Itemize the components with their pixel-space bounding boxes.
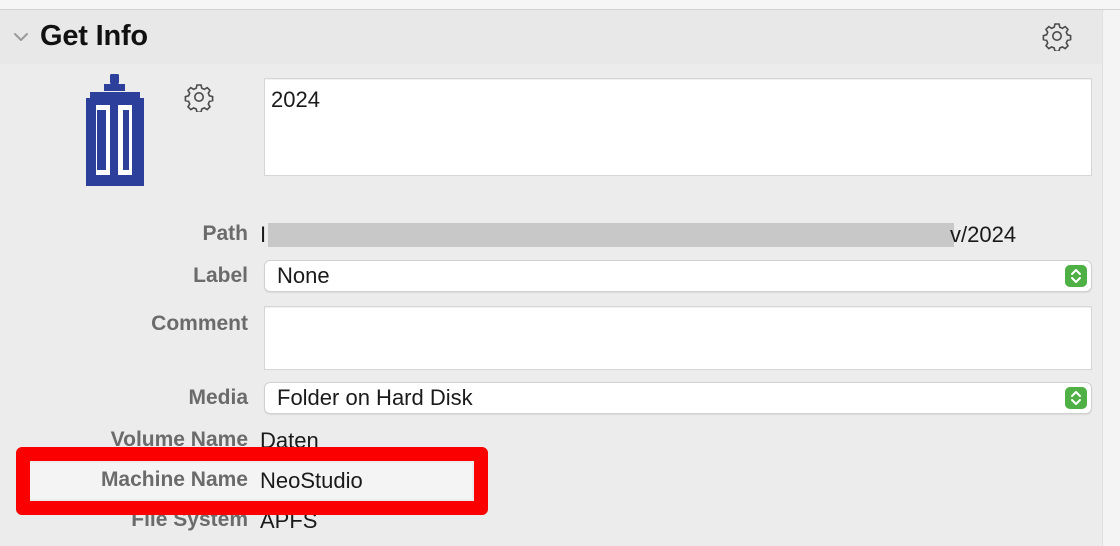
chevron-down-icon[interactable]	[12, 28, 30, 46]
folder-custom-icon[interactable]	[82, 74, 148, 190]
comment-field[interactable]	[264, 306, 1092, 370]
name-field-value: 2024	[271, 87, 320, 112]
label-select-value: None	[277, 263, 330, 288]
media-select[interactable]: Folder on Hard Disk	[264, 382, 1092, 414]
media-select-value: Folder on Hard Disk	[277, 385, 473, 410]
section-title: Get Info	[40, 20, 148, 52]
stepper-icon	[1065, 265, 1087, 287]
gear-icon[interactable]	[1042, 21, 1072, 51]
gear-icon[interactable]	[184, 82, 214, 112]
comment-label: Comment	[151, 312, 248, 335]
label-select[interactable]: None	[264, 260, 1092, 292]
section-header	[0, 10, 1102, 64]
path-value-start: I	[260, 222, 267, 247]
machine-name-value: NeoStudio	[260, 468, 363, 493]
stepper-icon	[1065, 387, 1087, 409]
media-label: Media	[188, 386, 248, 409]
window-top-edge	[0, 0, 1120, 10]
label-label: Label	[193, 264, 248, 287]
machine-name-label: Machine Name	[100, 468, 248, 491]
scrollbar[interactable]	[1102, 10, 1120, 546]
path-value-end: v/2024	[950, 222, 1017, 247]
path-value: I v/2024	[260, 222, 1016, 248]
redacted-bar	[268, 223, 954, 247]
name-field[interactable]: 2024	[264, 78, 1092, 176]
path-label: Path	[202, 222, 248, 245]
